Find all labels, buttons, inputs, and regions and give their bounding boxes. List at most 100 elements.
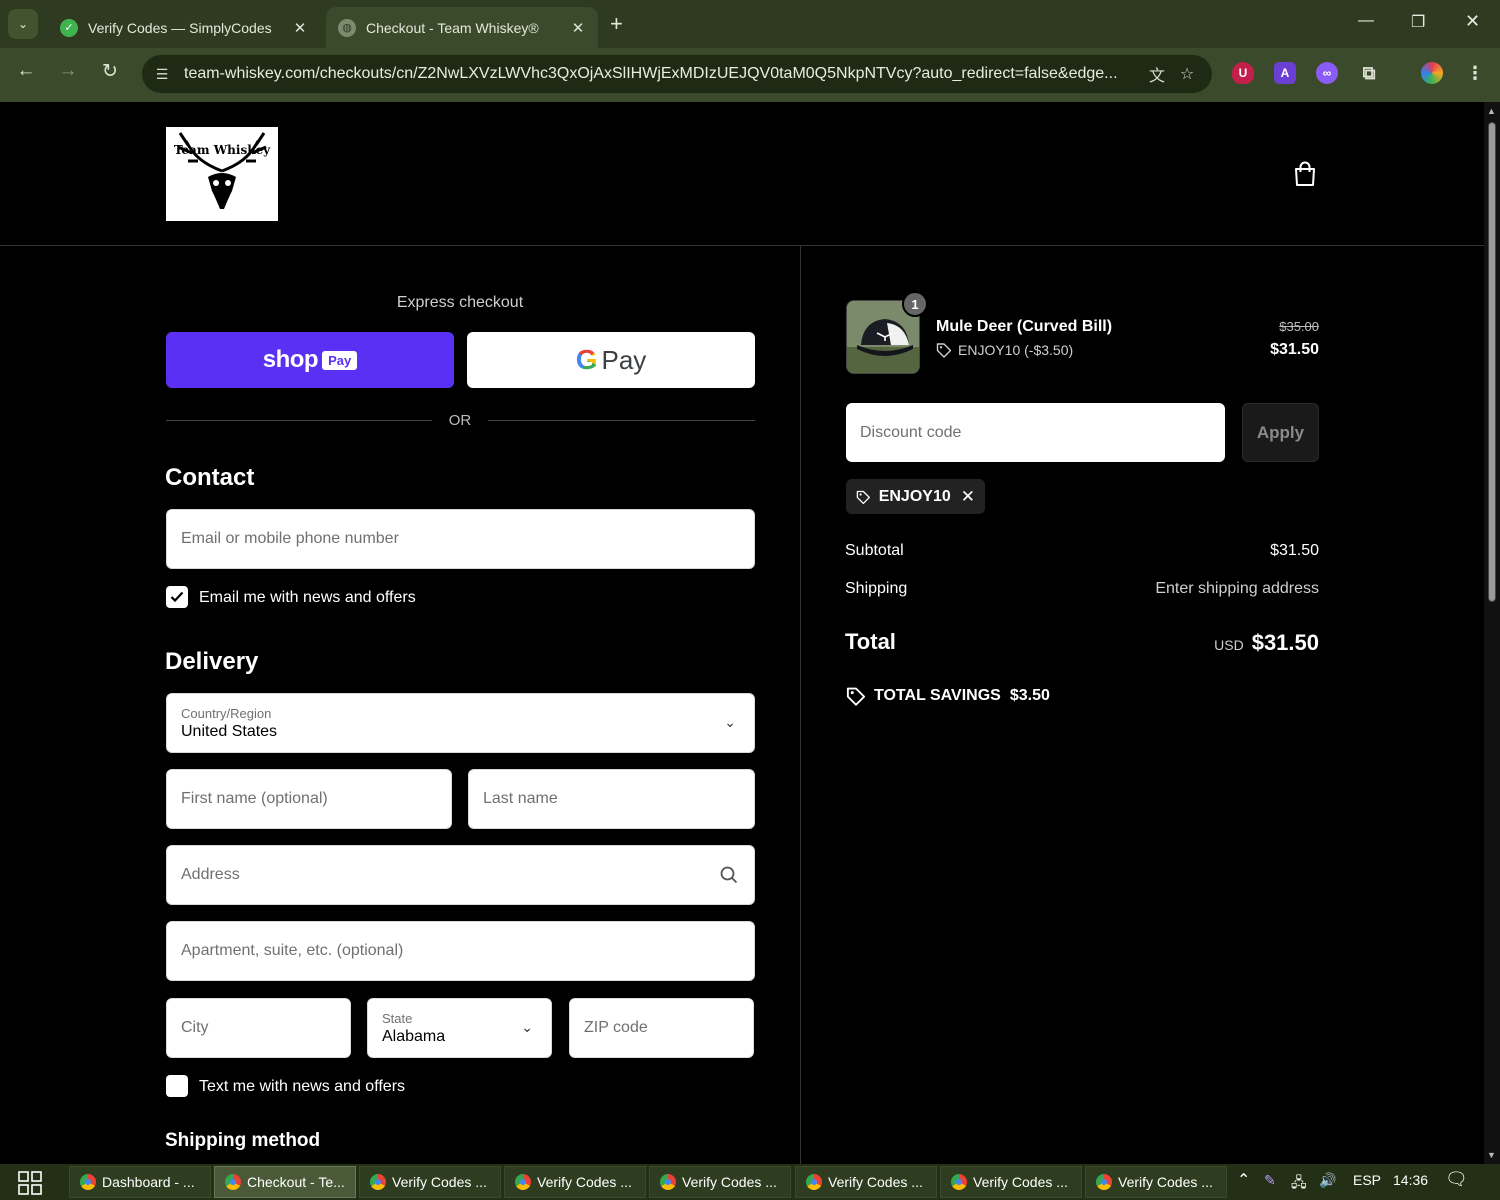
profile-avatar[interactable] <box>1421 62 1443 84</box>
google-g-icon: G <box>575 344 598 375</box>
item-price: $31.50 <box>1270 341 1319 358</box>
chrome-icon <box>515 1174 531 1190</box>
last-name-placeholder: Last name <box>483 790 558 807</box>
taskbar-item-label: Checkout - Te... <box>247 1174 345 1190</box>
taskbar-item-label: Dashboard - ... <box>102 1174 195 1190</box>
discount-tag-icon <box>846 687 866 706</box>
zip-placeholder: ZIP code <box>584 1019 648 1036</box>
email-field[interactable]: Email or mobile phone number <box>166 509 755 569</box>
extensions-puzzle-icon[interactable]: ⧉ <box>1358 62 1380 84</box>
text-news-checkbox[interactable] <box>166 1075 188 1097</box>
clock[interactable]: 14:36 <box>1393 1172 1428 1188</box>
translate-icon[interactable]: 文 <box>1142 62 1172 86</box>
chevron-down-icon: ⌄ <box>521 1019 533 1035</box>
cart-icon[interactable] <box>1292 160 1318 188</box>
total-value: $31.50 <box>1251 630 1319 655</box>
ublock-icon[interactable]: U <box>1232 62 1254 84</box>
shipping-label: Shipping <box>845 580 908 597</box>
or-divider-right <box>488 420 755 421</box>
apply-button[interactable]: Apply <box>1242 403 1319 462</box>
google-pay-button[interactable]: G Pay <box>467 332 755 388</box>
product-discount-text: ENJOY10 (-$3.50) <box>958 342 1074 358</box>
tab-checkout[interactable]: ◍ Checkout - Team Whiskey® ✕ <box>326 7 598 48</box>
apartment-placeholder: Apartment, suite, etc. (optional) <box>181 942 404 959</box>
link-extension-icon[interactable]: ∞ <box>1316 62 1338 84</box>
restore-icon[interactable]: ❐ <box>1411 12 1425 32</box>
chrome-icon <box>806 1174 822 1190</box>
chevron-down-icon: ⌄ <box>17 17 29 31</box>
taskbar-item-label: Verify Codes ... <box>828 1174 923 1190</box>
state-select[interactable]: State Alabama ⌄ <box>367 998 552 1058</box>
url-text[interactable]: team-whiskey.com/checkouts/cn/Z2NwLXVzLW… <box>184 65 1142 83</box>
shipping-value: Enter shipping address <box>1155 580 1319 597</box>
shop-pay-badge: Pay <box>322 350 358 370</box>
close-window-icon[interactable]: ✕ <box>1465 11 1480 32</box>
close-tab-icon[interactable]: ✕ <box>570 19 586 37</box>
taskbar-item-verify-codes[interactable]: Verify Codes ... <box>649 1166 791 1198</box>
chrome-icon <box>80 1174 96 1190</box>
taskbar-item-dashboard[interactable]: Dashboard - ... <box>69 1166 211 1198</box>
taskbar-item-label: Verify Codes ... <box>392 1174 487 1190</box>
scrollbar-thumb[interactable] <box>1488 122 1496 602</box>
a-extension-icon[interactable]: A <box>1274 62 1296 84</box>
menu-kebab-icon[interactable]: ⋮ <box>1464 62 1486 84</box>
subtotal-label: Subtotal <box>845 542 904 559</box>
page-scrollbar[interactable]: ▲ ▼ <box>1484 102 1500 1164</box>
address-bar[interactable]: ☰ team-whiskey.com/checkouts/cn/Z2NwLXVz… <box>142 55 1212 93</box>
currency-code: USD <box>1214 637 1244 653</box>
chrome-icon <box>951 1174 967 1190</box>
network-icon[interactable]: 🖧 <box>1291 1172 1307 1196</box>
discount-code-input[interactable]: Discount code <box>846 403 1225 462</box>
scroll-up-icon[interactable]: ▲ <box>1487 106 1496 116</box>
first-name-field[interactable]: First name (optional) <box>166 769 452 829</box>
tray-chevron-up-icon[interactable]: ⌃ <box>1237 1170 1250 1190</box>
tab-verify-codes[interactable]: ✓ Verify Codes — SimplyCodes ✕ <box>48 7 320 48</box>
email-placeholder: Email or mobile phone number <box>181 530 399 547</box>
last-name-field[interactable]: Last name <box>468 769 755 829</box>
city-field[interactable]: City <box>166 998 351 1058</box>
back-icon[interactable]: ← <box>12 60 40 82</box>
minimize-icon[interactable]: — <box>1358 12 1374 30</box>
taskbar-item-verify-codes[interactable]: Verify Codes ... <box>504 1166 646 1198</box>
or-divider-left <box>166 420 432 421</box>
discount-tag-icon <box>936 343 952 358</box>
chrome-icon <box>225 1174 241 1190</box>
taskbar-item-verify-codes[interactable]: Verify Codes ... <box>1085 1166 1227 1198</box>
product-name: Mule Deer (Curved Bill) <box>936 318 1113 335</box>
savings-label: TOTAL SAVINGS <box>874 687 1001 704</box>
close-tab-icon[interactable]: ✕ <box>292 19 308 37</box>
taskbar-item-verify-codes[interactable]: Verify Codes ... <box>359 1166 501 1198</box>
notifications-icon[interactable]: 🗨 <box>1445 1169 1468 1190</box>
taskbar-item-verify-codes[interactable]: Verify Codes ... <box>795 1166 937 1198</box>
site-info-icon[interactable]: ☰ <box>152 66 172 83</box>
forward-icon[interactable]: → <box>54 60 82 82</box>
new-tab-button[interactable]: + <box>610 11 623 37</box>
zip-field[interactable]: ZIP code <box>569 998 754 1058</box>
apartment-field[interactable]: Apartment, suite, etc. (optional) <box>166 921 755 981</box>
tab-title: Verify Codes — SimplyCodes <box>88 19 272 36</box>
feather-tray-icon[interactable]: ✎ <box>1264 1172 1276 1189</box>
address-field[interactable]: Address <box>166 845 755 905</box>
original-price: $35.00 <box>1279 319 1319 334</box>
start-grid-icon[interactable] <box>18 1171 42 1195</box>
bookmark-star-icon[interactable]: ☆ <box>1172 64 1202 84</box>
taskbar-item-checkout[interactable]: Checkout - Te... <box>214 1166 356 1198</box>
taskbar-item-verify-codes[interactable]: Verify Codes ... <box>940 1166 1082 1198</box>
applied-discount-chip: ENJOY10 ✕ <box>846 479 985 514</box>
store-logo[interactable]: Team Whiskey <box>166 127 278 221</box>
windows-taskbar: Dashboard - ... Checkout - Te... Verify … <box>0 1164 1500 1200</box>
scroll-down-icon[interactable]: ▼ <box>1487 1150 1496 1160</box>
remove-discount-icon[interactable]: ✕ <box>961 487 975 507</box>
tab-search-button[interactable]: ⌄ <box>8 9 38 39</box>
reload-icon[interactable]: ↻ <box>96 60 124 83</box>
savings-value: $3.50 <box>1009 687 1050 704</box>
language-indicator[interactable]: ESP <box>1353 1172 1381 1188</box>
checkout-page: Team Whiskey Express checkout shop Pay G… <box>0 102 1484 1164</box>
deer-skull-logo-icon: Team Whiskey <box>174 132 271 209</box>
volume-icon[interactable]: 🔊 <box>1319 1172 1336 1189</box>
taskbar-item-label: Verify Codes ... <box>973 1174 1068 1190</box>
shop-pay-button[interactable]: shop Pay <box>166 332 454 388</box>
country-select[interactable]: Country/Region United States ⌄ <box>166 693 755 753</box>
product-discount: ENJOY10 (-$3.50) <box>936 342 1073 358</box>
email-news-checkbox[interactable] <box>166 586 188 608</box>
